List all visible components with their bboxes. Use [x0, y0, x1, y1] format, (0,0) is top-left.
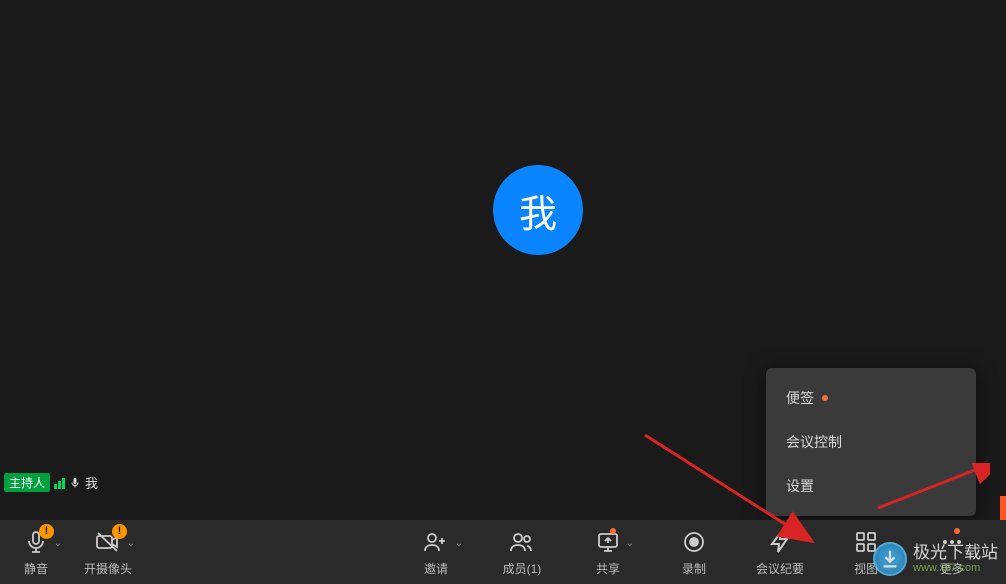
watermark-en: www.xz7.com — [913, 563, 998, 574]
notification-dot — [954, 528, 960, 534]
invite-icon — [423, 530, 449, 554]
self-avatar: 我 — [493, 165, 583, 255]
mute-button[interactable]: ! ⌄ 静音 — [12, 528, 60, 577]
more-menu: 便签 会议控制 设置 — [766, 368, 976, 516]
share-button[interactable]: ⌄ 共享 — [584, 528, 632, 577]
invite-button[interactable]: ⌄ 邀请 — [412, 528, 460, 577]
warning-badge: ! — [39, 524, 54, 539]
signal-icon — [54, 477, 65, 489]
chevron-icon[interactable]: ⌄ — [626, 538, 634, 549]
chevron-icon[interactable]: ⌄ — [54, 538, 62, 549]
user-badge: 主持人 我 — [4, 473, 98, 492]
members-label: 成员(1) — [503, 560, 542, 577]
share-icon — [596, 530, 620, 554]
invite-label: 邀请 — [424, 560, 448, 577]
members-icon — [509, 530, 535, 554]
camera-button[interactable]: ! ⌄ 开摄像头 — [84, 528, 132, 577]
members-button[interactable]: 成员(1) — [498, 528, 546, 577]
watermark-cn: 极光下载站 — [913, 544, 998, 561]
camera-label: 开摄像头 — [84, 560, 132, 577]
mute-label: 静音 — [24, 560, 48, 577]
me-label: 我 — [85, 473, 98, 492]
watermark: 极光下载站 www.xz7.com — [873, 542, 998, 576]
avatar-text: 我 — [519, 183, 557, 238]
menu-item-notes[interactable]: 便签 — [766, 376, 976, 420]
menu-item-label: 设置 — [786, 476, 814, 496]
record-icon — [682, 530, 706, 554]
menu-item-label: 便签 — [786, 388, 814, 408]
record-button[interactable]: 录制 — [670, 528, 718, 577]
minutes-button[interactable]: 会议纪要 — [756, 528, 804, 577]
watermark-logo-icon — [873, 542, 907, 576]
notification-dot — [822, 395, 828, 401]
mic-icon — [69, 477, 81, 489]
chevron-icon[interactable]: ⌄ — [455, 538, 463, 549]
record-label: 录制 — [682, 560, 706, 577]
chevron-icon[interactable]: ⌄ — [127, 538, 135, 549]
menu-item-label: 会议控制 — [786, 432, 842, 452]
notification-dot — [610, 528, 616, 534]
minutes-label: 会议纪要 — [756, 560, 804, 577]
menu-item-control[interactable]: 会议控制 — [766, 420, 976, 464]
share-label: 共享 — [596, 560, 620, 577]
toolbar: ! ⌄ 静音 ! ⌄ 开摄像头 — [0, 520, 1006, 584]
warning-badge: ! — [112, 524, 127, 539]
host-tag: 主持人 — [4, 473, 50, 492]
minutes-icon — [768, 530, 792, 554]
menu-item-settings[interactable]: 设置 — [766, 464, 976, 508]
